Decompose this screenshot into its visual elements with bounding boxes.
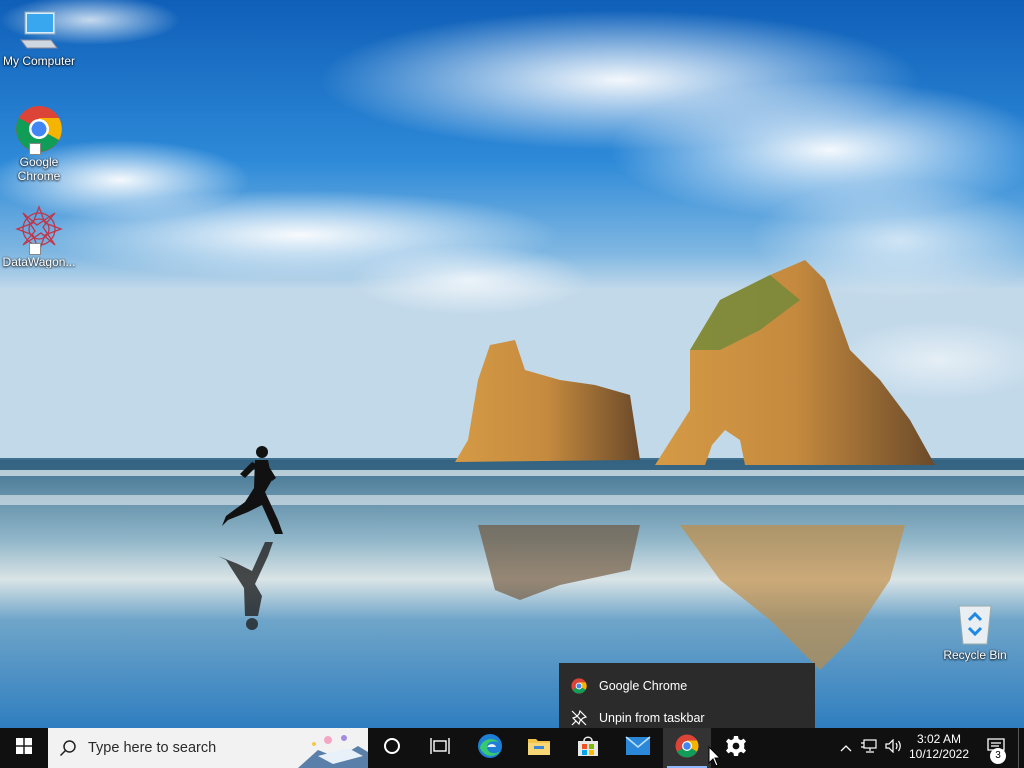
edge-icon (477, 733, 503, 764)
search-icon (48, 739, 88, 757)
desktop-icon-my-computer[interactable]: My Computer (0, 10, 78, 68)
network-icon (861, 738, 879, 758)
jump-list-item-label: Google Chrome (599, 679, 688, 693)
mail-icon (625, 735, 651, 761)
chrome-icon (675, 734, 699, 763)
clock-time: 3:02 AM (916, 732, 962, 746)
shortcut-arrow-icon (29, 143, 41, 155)
taskbar-task-view-button[interactable] (416, 728, 464, 768)
clock-date: 10/12/2022 (908, 747, 970, 761)
taskbar-search-box[interactable]: Type here to search (48, 728, 368, 768)
unpin-icon (559, 710, 599, 726)
chevron-up-icon (840, 739, 852, 757)
search-highlight-illustration (288, 728, 368, 768)
desktop-wallpaper (0, 0, 1024, 728)
show-desktop-button[interactable] (1018, 728, 1024, 768)
desktop-icon-recycle-bin[interactable]: Recycle Bin (936, 602, 1014, 662)
desktop-icon-label: Google Chrome (17, 155, 61, 183)
chrome-icon (559, 678, 599, 694)
taskbar: Type here to search 3:02 AM 10/12/2022 (0, 728, 1024, 768)
taskbar-cortana-button[interactable] (368, 728, 416, 768)
desktop-icon-label: My Computer (2, 54, 76, 68)
recycle-bin-icon (955, 602, 995, 646)
taskbar-clock[interactable]: 3:02 AM 10/12/2022 (904, 728, 974, 768)
jump-list-item-label: Unpin from taskbar (599, 711, 705, 725)
taskbar-edge-button[interactable] (466, 728, 514, 768)
desktop-icon-label: Recycle Bin (943, 648, 1007, 662)
taskbar-store-button[interactable] (564, 728, 612, 768)
tray-network[interactable] (858, 728, 882, 768)
folder-icon (527, 736, 551, 761)
computer-icon (17, 10, 61, 52)
search-placeholder: Type here to search (88, 740, 217, 756)
gear-icon (725, 735, 747, 762)
tray-show-hidden-icons[interactable] (834, 728, 858, 768)
taskbar-chrome-button[interactable] (663, 728, 711, 768)
mouse-cursor-icon (708, 746, 722, 767)
start-button[interactable] (0, 728, 48, 768)
taskbar-file-explorer-button[interactable] (515, 728, 563, 768)
datawagon-icon (15, 205, 63, 255)
chrome-icon (15, 105, 63, 155)
shortcut-arrow-icon (29, 243, 41, 255)
desktop-icon-google-chrome[interactable]: Google Chrome (0, 105, 78, 183)
windows-logo-icon (16, 737, 32, 759)
desktop-icon-datawagon[interactable]: DataWagon... (0, 205, 78, 269)
taskbar-mail-button[interactable] (614, 728, 662, 768)
store-icon (576, 734, 600, 763)
cortana-icon (383, 737, 401, 760)
jump-list-item-google-chrome[interactable]: Google Chrome (559, 671, 815, 701)
tray-volume[interactable] (882, 728, 906, 768)
desktop-icon-label: DataWagon... (2, 255, 76, 269)
task-view-icon (430, 737, 450, 760)
notification-count-badge: 3 (990, 748, 1006, 764)
chrome-jump-list: Google Chrome Unpin from taskbar (559, 663, 815, 728)
speaker-icon (885, 738, 903, 758)
